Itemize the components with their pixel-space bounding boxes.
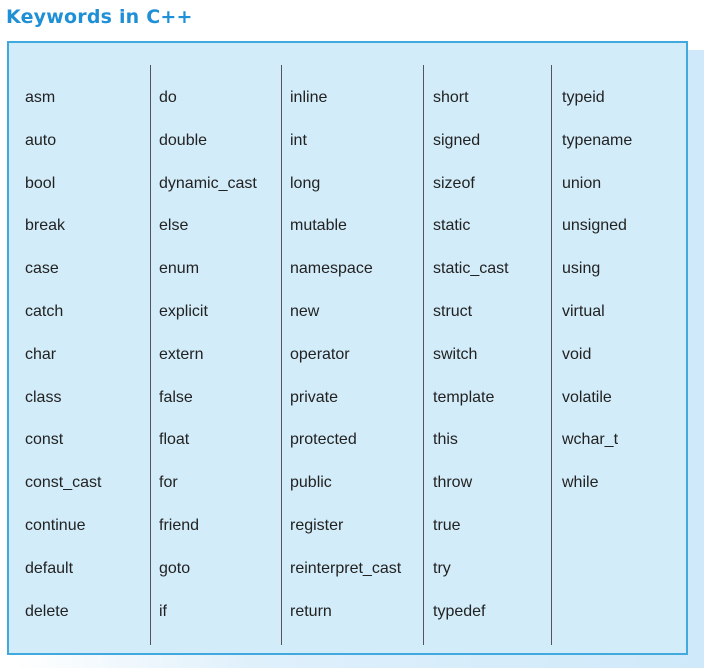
keyword-cell: volatile <box>562 388 612 406</box>
keyword-cell: operator <box>290 345 350 363</box>
keyword-cell: while <box>562 474 599 492</box>
keyword-cell: static_cast <box>433 260 509 278</box>
keyword-cell: long <box>290 174 321 192</box>
keyword-cell: private <box>290 388 339 406</box>
keyword-cell: extern <box>159 345 204 363</box>
keyword-cell: else <box>159 217 189 235</box>
keyword-cell: reinterpret_cast <box>290 559 402 577</box>
keyword-cell: true <box>433 517 461 534</box>
keyword-cell: unsigned <box>562 217 627 235</box>
keyword-cell: delete <box>25 602 69 620</box>
keyword-cell: namespace <box>290 260 373 278</box>
keyword-cell: default <box>25 559 74 577</box>
keyword-cell: continue <box>25 517 86 534</box>
keyword-cell: class <box>25 388 62 406</box>
keyword-cell: float <box>159 431 190 449</box>
keyword-cell: signed <box>433 131 481 149</box>
column-divider-4 <box>551 65 552 645</box>
keyword-cell: double <box>159 131 208 149</box>
keyword-cell: void <box>562 345 592 363</box>
keyword-cell: public <box>290 474 332 492</box>
keyword-cell: auto <box>25 131 57 149</box>
keyword-cell: typename <box>562 131 633 149</box>
keyword-cell: bool <box>25 174 56 192</box>
keyword-cell: explicit <box>159 303 208 320</box>
keyword-cell: for <box>159 474 178 492</box>
keyword-cell: switch <box>433 345 478 363</box>
keyword-cell: sizeof <box>433 174 475 192</box>
keyword-cell: mutable <box>290 217 347 235</box>
keywords-table: asm auto bool break case catch char class const c… <box>7 41 688 655</box>
keyword-cell: protected <box>290 431 357 449</box>
keyword-cell: asm <box>25 89 56 106</box>
keyword-cell: typeid <box>562 89 605 106</box>
column-divider-2 <box>281 65 282 645</box>
keyword-cell: goto <box>159 559 191 577</box>
keyword-cell: try <box>433 559 451 577</box>
keyword-cell: union <box>562 174 602 192</box>
keyword-cell: using <box>562 260 601 278</box>
keyword-cell: throw <box>433 474 473 492</box>
keyword-cell: short <box>433 89 469 106</box>
keyword-cell: catch <box>25 303 64 320</box>
keyword-cell: this <box>433 431 458 449</box>
keyword-cell: template <box>433 388 495 406</box>
keyword-cell: if <box>159 602 167 620</box>
keyword-cell: new <box>290 303 320 320</box>
keyword-cell: wchar_t <box>562 431 619 449</box>
keyword-cell: break <box>25 217 66 235</box>
keyword-cell: const_cast <box>25 474 102 492</box>
keyword-cell: case <box>25 260 59 278</box>
column-divider-1 <box>150 65 151 645</box>
column-divider-3 <box>423 65 424 645</box>
keyword-cell: friend <box>159 517 200 534</box>
keyword-cell: virtual <box>562 303 605 320</box>
keyword-cell: return <box>290 602 332 620</box>
keyword-cell: do <box>159 89 177 106</box>
keyword-cell: int <box>290 131 307 149</box>
keyword-cell: inline <box>290 89 328 106</box>
keyword-cell: struct <box>433 303 473 320</box>
page-title: Keywords in C++ <box>6 6 193 28</box>
keyword-cell: false <box>159 388 193 406</box>
keyword-cell: enum <box>159 260 200 278</box>
keyword-cell: typedef <box>433 602 486 620</box>
keyword-cell: const <box>25 431 64 449</box>
keyword-cell: char <box>25 345 57 363</box>
keyword-cell: dynamic_cast <box>159 174 257 192</box>
keyword-cell: register <box>290 517 344 534</box>
keyword-cell: static <box>433 217 471 235</box>
